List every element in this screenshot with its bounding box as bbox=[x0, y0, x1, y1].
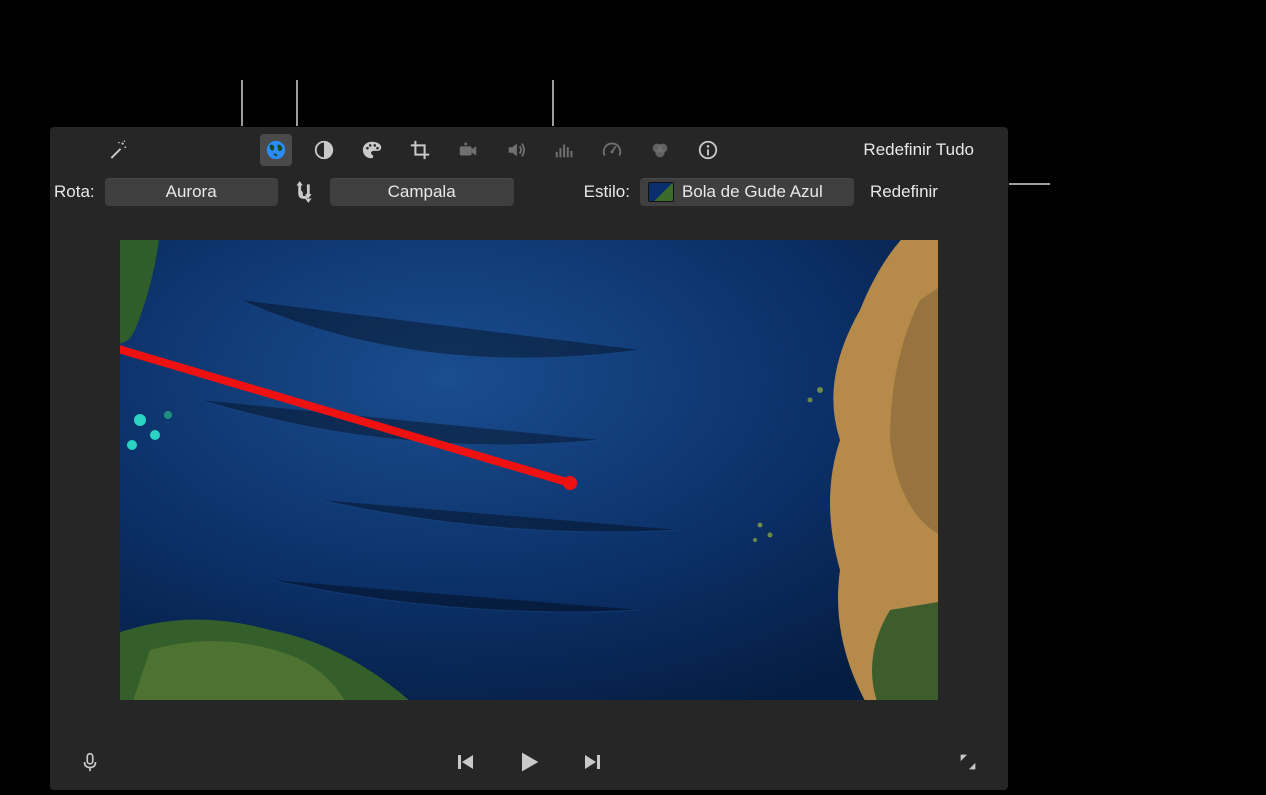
reset-style-button[interactable]: Redefinir bbox=[864, 182, 944, 202]
playback-bar bbox=[50, 734, 1008, 790]
crop-icon[interactable] bbox=[404, 134, 436, 166]
adjustments-toolbar: Redefinir Tudo bbox=[50, 127, 1008, 172]
info-icon[interactable] bbox=[692, 134, 724, 166]
style-thumbnail-icon bbox=[648, 182, 674, 202]
editor-panel: Redefinir Tudo Rota: Aurora Campala Esti… bbox=[50, 127, 1008, 790]
filters-icon[interactable] bbox=[644, 134, 676, 166]
fullscreen-button[interactable] bbox=[954, 748, 982, 776]
transport-controls bbox=[451, 748, 607, 776]
route-settings-row: Rota: Aurora Campala Estilo: Bola de Gud… bbox=[50, 172, 1008, 212]
globe-icon[interactable] bbox=[260, 134, 292, 166]
previous-button[interactable] bbox=[451, 748, 479, 776]
eq-icon[interactable] bbox=[548, 134, 580, 166]
style-label: Estilo: bbox=[584, 182, 630, 202]
speed-icon[interactable] bbox=[596, 134, 628, 166]
style-value: Bola de Gude Azul bbox=[682, 182, 823, 202]
swap-route-button[interactable] bbox=[288, 176, 320, 208]
camera-icon[interactable] bbox=[452, 134, 484, 166]
contrast-icon[interactable] bbox=[308, 134, 340, 166]
next-button[interactable] bbox=[579, 748, 607, 776]
wand-icon[interactable] bbox=[102, 134, 134, 166]
route-start-value: Aurora bbox=[166, 182, 217, 202]
route-start-dropdown[interactable]: Aurora bbox=[105, 178, 278, 206]
route-label: Rota: bbox=[54, 182, 95, 202]
map-viewer[interactable] bbox=[120, 240, 938, 700]
palette-icon[interactable] bbox=[356, 134, 388, 166]
style-dropdown[interactable]: Bola de Gude Azul bbox=[640, 178, 854, 206]
microphone-button[interactable] bbox=[76, 748, 104, 776]
route-end-value: Campala bbox=[388, 182, 456, 202]
volume-icon[interactable] bbox=[500, 134, 532, 166]
play-button[interactable] bbox=[515, 748, 543, 776]
route-end-dropdown[interactable]: Campala bbox=[330, 178, 514, 206]
reset-all-button[interactable]: Redefinir Tudo bbox=[863, 140, 974, 160]
